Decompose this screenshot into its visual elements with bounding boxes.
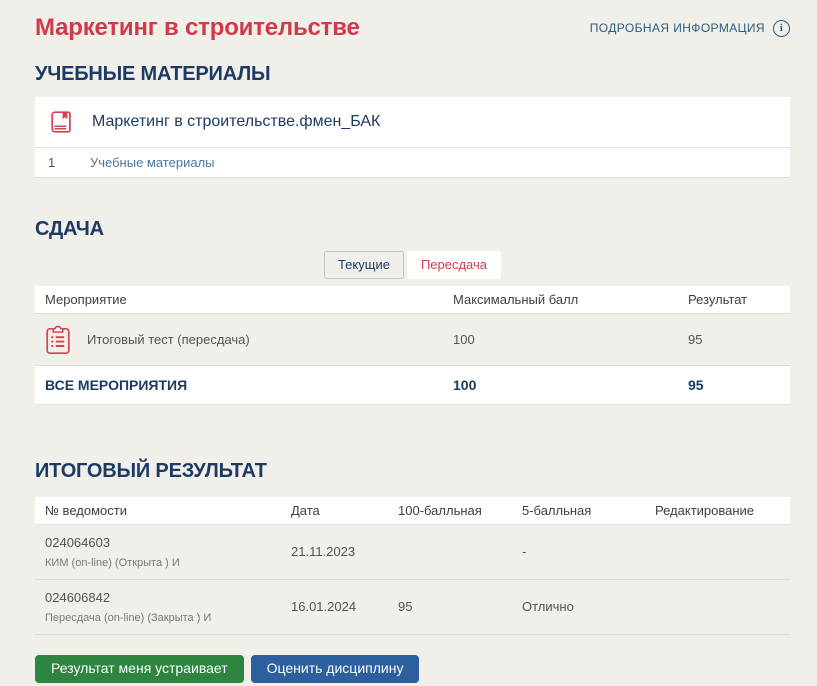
clipboard-icon <box>45 324 71 355</box>
column-header-sheet-number: № ведомости <box>35 503 281 518</box>
details-link[interactable]: ПОДРОБНАЯ ИНФОРМАЦИЯ i <box>590 20 790 37</box>
details-link-label: ПОДРОБНАЯ ИНФОРМАЦИЯ <box>590 21 765 35</box>
final-result-table: № ведомости Дата 100-балльная 5-балльная… <box>35 497 790 635</box>
sheet-number: 024064603 <box>45 535 281 550</box>
final-result-heading: ИТОГОВЫЙ РЕЗУЛЬТАТ <box>35 460 790 483</box>
materials-row: 1 Учебные материалы <box>35 148 790 177</box>
tab-retake[interactable]: Пересдача <box>407 251 501 279</box>
column-header-event: Мероприятие <box>35 292 443 307</box>
column-header-5-scale: 5-балльная <box>512 503 645 518</box>
submission-table-header: Мероприятие Максимальный балл Результат <box>35 286 790 314</box>
submission-total-row: ВСЕ МЕРОПРИЯТИЯ 100 95 <box>35 365 790 405</box>
submission-table: Мероприятие Максимальный балл Результат … <box>35 286 790 405</box>
course-page: Маркетинг в строительстве ПОДРОБНАЯ ИНФО… <box>0 0 817 683</box>
sheet-date: 21.11.2023 <box>281 544 388 559</box>
sheet-number: 024606842 <box>45 590 281 605</box>
sheet-type: КИМ (on-line) (Открыта ) И <box>45 557 281 569</box>
event-name[interactable]: Итоговый тест (пересдача) <box>87 332 250 347</box>
total-max-score: 100 <box>443 377 678 393</box>
materials-row-number: 1 <box>48 155 90 170</box>
accept-result-button[interactable]: Результат меня устраивает <box>35 655 244 683</box>
submission-tabs: Текущие Пересдача <box>35 251 790 279</box>
sheet-score-100: 95 <box>388 599 512 614</box>
submission-heading: СДАЧА <box>35 218 790 241</box>
materials-card: Маркетинг в строительстве.фмен_БАК 1 Уче… <box>35 97 790 178</box>
course-card-title: Маркетинг в строительстве.фмен_БАК <box>92 113 380 131</box>
total-label: ВСЕ МЕРОПРИЯТИЯ <box>35 377 443 393</box>
tab-current[interactable]: Текущие <box>324 251 404 279</box>
sheet-score-5: - <box>512 544 645 559</box>
table-row: 024064603 КИМ (on-line) (Открыта ) И 21.… <box>35 525 790 580</box>
action-buttons: Результат меня устраивает Оценить дисцип… <box>35 655 790 683</box>
final-table-header: № ведомости Дата 100-балльная 5-балльная… <box>35 497 790 525</box>
page-title: Маркетинг в строительстве <box>35 14 360 42</box>
materials-row-link[interactable]: Учебные материалы <box>90 155 215 170</box>
page-header: Маркетинг в строительстве ПОДРОБНАЯ ИНФО… <box>35 14 790 42</box>
column-header-editing: Редактирование <box>645 503 790 518</box>
column-header-max-score: Максимальный балл <box>443 292 678 307</box>
table-row: Итоговый тест (пересдача) 100 95 <box>35 314 790 365</box>
sheet-date: 16.01.2024 <box>281 599 388 614</box>
column-header-date: Дата <box>281 503 388 518</box>
book-icon <box>48 109 75 135</box>
event-result: 95 <box>678 332 790 347</box>
materials-card-head[interactable]: Маркетинг в строительстве.фмен_БАК <box>35 97 790 148</box>
table-row: 024606842 Пересдача (on-line) (Закрыта )… <box>35 580 790 635</box>
column-header-100-scale: 100-балльная <box>388 503 512 518</box>
sheet-type: Пересдача (on-line) (Закрыта ) И <box>45 612 281 624</box>
column-header-result: Результат <box>678 292 790 307</box>
total-result: 95 <box>678 377 790 393</box>
rate-discipline-button[interactable]: Оценить дисциплину <box>251 655 420 683</box>
info-icon[interactable]: i <box>773 20 790 37</box>
materials-heading: УЧЕБНЫЕ МАТЕРИАЛЫ <box>35 63 790 86</box>
sheet-score-5: Отлично <box>512 599 645 614</box>
event-max-score: 100 <box>443 332 678 347</box>
